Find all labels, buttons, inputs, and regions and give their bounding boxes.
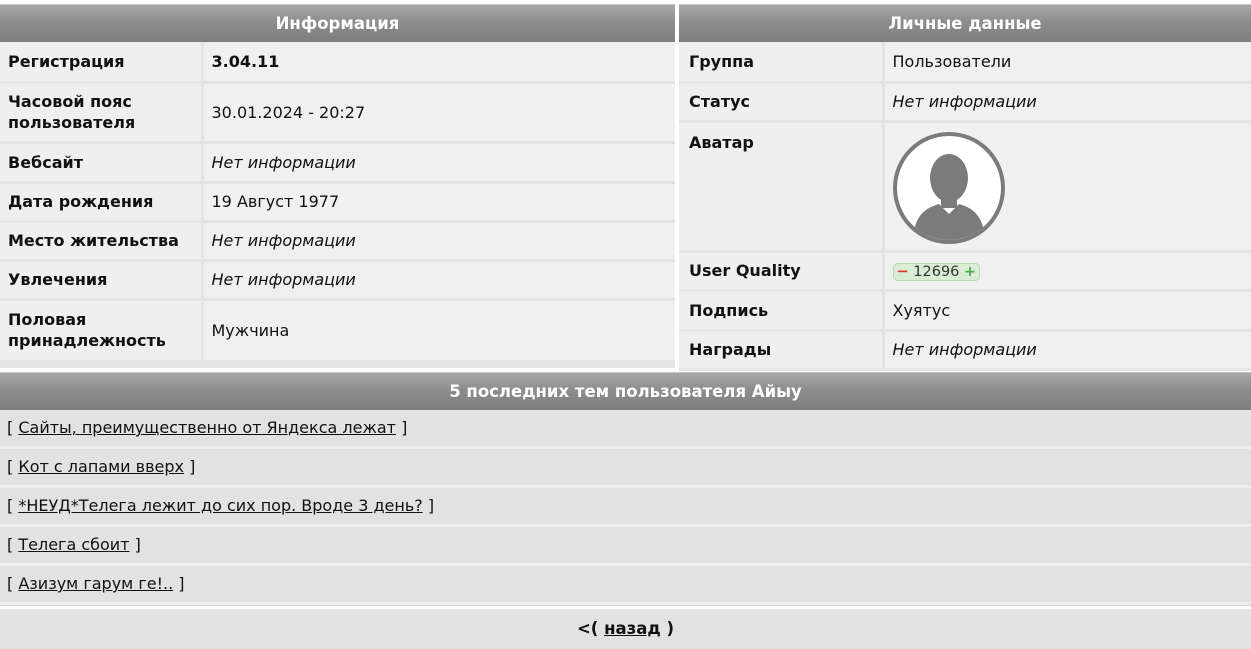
avatar-label: Аватар <box>679 121 885 253</box>
user-quality-cell: − 12696 + <box>883 251 1251 292</box>
default-user-avatar-icon <box>892 131 1005 244</box>
interests-label: Увлечения <box>0 260 204 301</box>
close-bracket: ] <box>178 574 185 593</box>
location-value: Нет информации <box>202 221 675 262</box>
gender-value: Мужчина <box>202 299 675 363</box>
personal-row-awards: Награды Нет информации <box>679 330 1251 371</box>
topic-link[interactable]: Телега сбоит <box>18 535 129 554</box>
personal-row-group: Группа Пользователи <box>679 42 1251 84</box>
user-quality-value: 12696 <box>913 264 960 280</box>
list-item: [ Кот с лапами вверх ] <box>0 449 1251 488</box>
back-navigation: <( назад ) <box>0 609 1251 649</box>
location-label: Место жительства <box>0 221 204 262</box>
signature-label: Подпись <box>679 290 885 332</box>
registration-value: 3.04.11 <box>202 42 675 84</box>
list-item: [ Азизум гарум ге!.. ] <box>0 566 1251 605</box>
info-panel: Информация Регистрация 3.04.11 Часовой п… <box>0 4 675 368</box>
close-bracket: ] <box>134 535 141 554</box>
topic-link[interactable]: Азизум гарум ге!.. <box>18 574 173 593</box>
plus-icon[interactable]: + <box>964 264 976 280</box>
info-row-location: Место жительства Нет информации <box>0 221 675 262</box>
info-row-website: Вебсайт Нет информации <box>0 142 675 184</box>
interests-value: Нет информации <box>202 260 675 301</box>
open-bracket: [ <box>7 535 14 554</box>
close-bracket: ] <box>401 418 408 437</box>
avatar-cell <box>883 121 1251 253</box>
open-bracket: [ <box>7 457 14 476</box>
personal-row-signature: Подпись Хуятус <box>679 290 1251 332</box>
info-row-gender: Половая принадлежность Мужчина <box>0 299 675 363</box>
personal-row-status: Статус Нет информации <box>679 82 1251 123</box>
website-value: Нет информации <box>202 142 675 184</box>
back-link[interactable]: назад <box>604 619 661 638</box>
gender-label: Половая принадлежность <box>0 299 204 363</box>
birthday-label: Дата рождения <box>0 182 204 223</box>
awards-value: Нет информации <box>883 330 1251 371</box>
status-value: Нет информации <box>883 82 1251 123</box>
user-quality-badge: − 12696 + <box>892 263 981 281</box>
topic-link[interactable]: Сайты, преимущественно от Яндекса лежат <box>18 418 396 437</box>
registration-label: Регистрация <box>0 42 204 84</box>
awards-label: Награды <box>679 330 885 371</box>
personal-panel-title: Личные данные <box>679 4 1251 42</box>
personal-table: Группа Пользователи Статус Нет информаци… <box>679 42 1251 371</box>
user-quality-label: User Quality <box>679 251 885 292</box>
minus-icon[interactable]: − <box>897 264 909 280</box>
info-table: Регистрация 3.04.11 Часовой пояс пользов… <box>0 42 675 363</box>
back-suffix: ) <box>666 619 674 638</box>
list-item: [ *НЕУД*Телега лежит до сих пор. Вроде 3… <box>0 488 1251 527</box>
recent-topics-panel: 5 последних тем пользователя Айыу [ Сайт… <box>0 372 1251 605</box>
info-row-timezone: Часовой пояс пользователя 30.01.2024 - 2… <box>0 82 675 144</box>
birthday-value: 19 Август 1977 <box>202 182 675 223</box>
website-label: Вебсайт <box>0 142 204 184</box>
personal-panel: Личные данные Группа Пользователи Статус… <box>679 4 1251 371</box>
personal-row-user-quality: User Quality − 12696 + <box>679 251 1251 292</box>
status-label: Статус <box>679 82 885 123</box>
open-bracket: [ <box>7 574 14 593</box>
info-panel-title: Информация <box>0 4 675 42</box>
topic-link[interactable]: Кот с лапами вверх <box>18 457 184 476</box>
list-item: [ Сайты, преимущественно от Яндекса лежа… <box>0 410 1251 449</box>
recent-topics-title: 5 последних тем пользователя Айыу <box>0 372 1251 410</box>
group-value: Пользователи <box>883 42 1251 84</box>
info-row-registration: Регистрация 3.04.11 <box>0 42 675 84</box>
profile-page: Информация Регистрация 3.04.11 Часовой п… <box>0 0 1251 649</box>
timezone-label: Часовой пояс пользователя <box>0 82 204 144</box>
open-bracket: [ <box>7 418 14 437</box>
close-bracket: ] <box>189 457 196 476</box>
topic-link[interactable]: *НЕУД*Телега лежит до сих пор. Вроде 3 д… <box>18 496 422 515</box>
info-row-birthday: Дата рождения 19 Август 1977 <box>0 182 675 223</box>
signature-value: Хуятус <box>883 290 1251 332</box>
list-item: [ Телега сбоит ] <box>0 527 1251 566</box>
personal-row-avatar: Аватар <box>679 121 1251 253</box>
open-bracket: [ <box>7 496 14 515</box>
info-row-interests: Увлечения Нет информации <box>0 260 675 301</box>
timezone-value: 30.01.2024 - 20:27 <box>202 82 675 144</box>
back-prefix: <( <box>576 619 599 638</box>
group-label: Группа <box>679 42 885 84</box>
close-bracket: ] <box>427 496 435 515</box>
